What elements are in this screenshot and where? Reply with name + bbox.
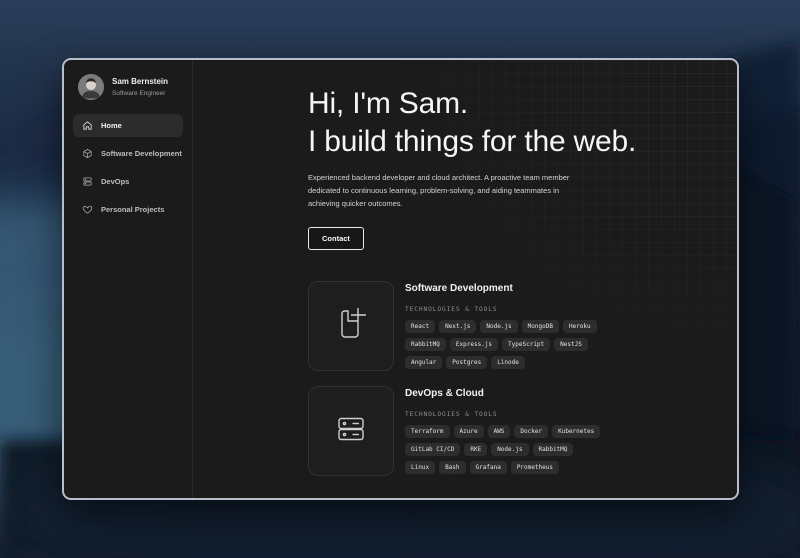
profile: Sam Bernstein Software Engineer — [64, 74, 192, 100]
tech-chip: Docker — [514, 425, 548, 438]
sidebar-item-personal-projects[interactable]: Personal Projects — [73, 198, 183, 221]
card-software-development: Software Development TECHNOLOGIES & TOOLS… — [308, 281, 737, 374]
card-icon-tile — [308, 281, 394, 371]
chip-row: Linux Bash Grafana Prometheus — [405, 461, 600, 474]
tech-chip: Angular — [405, 356, 442, 369]
tech-chip: Grafana — [470, 461, 507, 474]
tech-chip: RabbitMQ — [533, 443, 574, 456]
sidebar-item-label: DevOps — [101, 177, 129, 186]
main-content: Hi, I'm Sam. I build things for the web.… — [193, 60, 737, 498]
hero-description: Experienced backend developer and cloud … — [308, 172, 580, 210]
tech-chip: Node.js — [480, 320, 517, 333]
card-title: DevOps & Cloud — [405, 388, 600, 399]
sidebar-item-home[interactable]: Home — [73, 114, 183, 137]
sidebar-nav: Home Software Development DevOps Personal P… — [64, 114, 192, 221]
tech-chip: Postgres — [446, 356, 487, 369]
chip-row: Angular Postgres Linode — [405, 356, 597, 369]
contact-button[interactable]: Contact — [308, 227, 364, 250]
tech-chip: Kubernetes — [552, 425, 600, 438]
profile-name: Sam Bernstein — [112, 77, 168, 87]
chip-rows: Terraform Azure AWSDocker Kubernetes GitLab … — [405, 425, 600, 474]
hero-title: Hi, I'm Sam. I build things for the web. — [308, 85, 737, 161]
tech-chip: Heroku — [563, 320, 597, 333]
tech-chip: Terraform — [405, 425, 450, 438]
tech-chip: Next.js — [439, 320, 476, 333]
server-tile-icon — [327, 405, 375, 458]
tech-chip: Bash — [439, 461, 465, 474]
tech-chip: TypeScript — [502, 338, 550, 351]
tech-chip: Node.js — [491, 443, 528, 456]
chip-row: React Next.js Node.js MongoDB Heroku — [405, 320, 597, 333]
server-icon — [82, 176, 93, 187]
tech-chip: RKE — [464, 443, 487, 456]
tech-chip: React — [405, 320, 435, 333]
card-body: Software Development TECHNOLOGIES & TOOLS… — [405, 281, 597, 374]
tech-tools-label: TECHNOLOGIES & TOOLS — [405, 411, 600, 418]
card-body: DevOps & Cloud TECHNOLOGIES & TOOLS Terraf… — [405, 386, 600, 479]
tech-chip: RabbitMQ — [405, 338, 446, 351]
hero-title-line2: I build things for the web. — [308, 125, 636, 158]
skill-cards: Software Development TECHNOLOGIES & TOOLS… — [308, 281, 737, 479]
avatar — [78, 74, 104, 100]
tech-tools-label: TECHNOLOGIES & TOOLS — [405, 306, 597, 313]
tech-chip: Azure — [454, 425, 484, 438]
chip-row: Terraform Azure AWSDocker Kubernetes — [405, 425, 600, 438]
card-icon-tile — [308, 386, 394, 476]
tech-chip: Linux — [405, 461, 435, 474]
heart-icon — [82, 204, 93, 215]
chip-row: RabbitMQ Express.js TypeScript NestJS — [405, 338, 597, 351]
tech-chip: Prometheus — [511, 461, 559, 474]
home-icon — [82, 120, 93, 131]
profile-role: Software Engineer — [112, 89, 168, 98]
sidebar-item-software-development[interactable]: Software Development — [73, 142, 183, 165]
tech-chip: Express.js — [450, 338, 498, 351]
profile-text: Sam Bernstein Software Engineer — [112, 77, 168, 98]
avatar-photo — [78, 74, 104, 100]
portfolio-window: Sam Bernstein Software Engineer Home Soft… — [62, 58, 739, 500]
code-tile-icon — [327, 300, 375, 353]
tech-chip: AWS — [488, 425, 511, 438]
tech-chip: GitLab CI/CD — [405, 443, 460, 456]
hero-title-line1: Hi, I'm Sam. — [308, 87, 468, 120]
cube-icon — [82, 148, 93, 159]
tech-chip: MongoDB — [522, 320, 559, 333]
chip-rows: React Next.js Node.js MongoDB Heroku RabbitMQ… — [405, 320, 597, 369]
sidebar-item-label: Personal Projects — [101, 205, 164, 214]
sidebar: Sam Bernstein Software Engineer Home Soft… — [64, 60, 193, 498]
sidebar-item-label: Software Development — [101, 149, 182, 158]
card-devops-cloud: DevOps & Cloud TECHNOLOGIES & TOOLS Terraf… — [308, 386, 737, 479]
tech-chip: Linode — [491, 356, 525, 369]
sidebar-item-label: Home — [101, 121, 122, 130]
card-title: Software Development — [405, 283, 597, 294]
tech-chip: NestJS — [554, 338, 588, 351]
chip-row: GitLab CI/CD RKE Node.js RabbitMQ — [405, 443, 600, 456]
sidebar-item-devops[interactable]: DevOps — [73, 170, 183, 193]
